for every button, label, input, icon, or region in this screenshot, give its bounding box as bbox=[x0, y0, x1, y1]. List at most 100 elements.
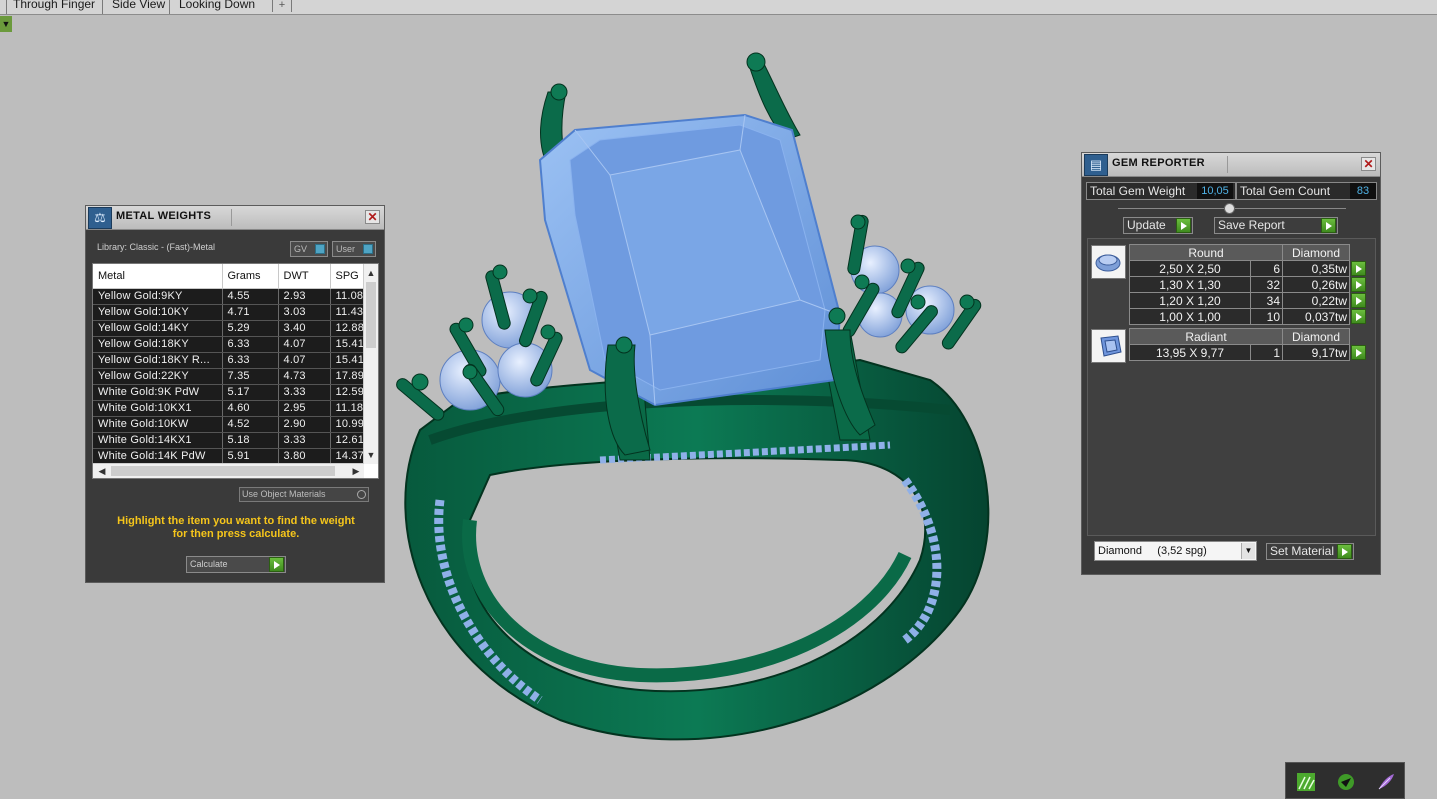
tab-through-finger[interactable]: Through Finger bbox=[13, 0, 95, 12]
select-gems-play-icon[interactable] bbox=[1351, 260, 1366, 276]
metal-table[interactable]: Metal Grams DWT SPG Yellow Gold:9KY 4.55 2… bbox=[92, 263, 379, 479]
gv-toggle[interactable]: GV bbox=[290, 241, 328, 257]
user-toggle[interactable]: User bbox=[332, 241, 376, 257]
column-header[interactable]: Metal bbox=[93, 264, 223, 289]
scroll-thumb[interactable] bbox=[366, 282, 376, 348]
table-row[interactable]: White Gold:10KW 4.52 2.90 10.99 bbox=[93, 416, 364, 433]
scroll-left-icon[interactable]: ◀ bbox=[95, 464, 109, 478]
tab-looking-down[interactable]: Looking Down bbox=[179, 0, 255, 12]
table-cell: Yellow Gold:18KY bbox=[93, 336, 223, 353]
table-row[interactable]: Yellow Gold:14KY 5.29 3.40 12.88 bbox=[93, 320, 364, 337]
table-cell: 15.41 bbox=[330, 352, 364, 369]
table-cell: Yellow Gold:9KY bbox=[93, 288, 223, 305]
gem-row[interactable]: 1,20 X 1,20 34 0,22tw bbox=[1129, 292, 1368, 309]
table-cell: Yellow Gold:22KY bbox=[93, 368, 223, 385]
use-object-materials-option[interactable]: Use Object Materials bbox=[239, 487, 369, 502]
table-row[interactable]: Yellow Gold:22KY 7.35 4.73 17.89 bbox=[93, 368, 364, 385]
table-cell: 3.40 bbox=[278, 320, 331, 337]
close-icon[interactable]: ✕ bbox=[1361, 157, 1376, 171]
radiant-gem-icon bbox=[1091, 329, 1126, 363]
play-icon[interactable] bbox=[1321, 218, 1336, 233]
set-material-button[interactable]: Set Material bbox=[1266, 543, 1354, 560]
table-cell: 12.59 bbox=[330, 384, 364, 401]
save-report-button[interactable]: Save Report bbox=[1214, 217, 1338, 234]
gem-weight: 0,22tw bbox=[1282, 292, 1350, 309]
table-cell: Yellow Gold:14KY bbox=[93, 320, 223, 337]
gem-row[interactable]: 1,30 X 1,30 32 0,26tw bbox=[1129, 276, 1368, 293]
title-grip bbox=[1227, 156, 1356, 173]
table-cell: 4.55 bbox=[222, 288, 279, 305]
close-icon[interactable]: ✕ bbox=[365, 210, 380, 224]
table-cell: 11.43 bbox=[330, 304, 364, 321]
table-cell: 2.93 bbox=[278, 288, 331, 305]
gem-material-label: Diamond bbox=[1282, 328, 1350, 345]
gem-weight: 0,35tw bbox=[1282, 260, 1350, 277]
gem-reporter-titlebar[interactable]: ▤ GEM REPORTER ✕ bbox=[1082, 153, 1380, 177]
table-cell: White Gold:9K PdW bbox=[93, 384, 223, 401]
gem-weight: 9,17tw bbox=[1282, 344, 1350, 361]
feather-tool-icon[interactable] bbox=[1376, 772, 1396, 792]
table-cell: 5.91 bbox=[222, 448, 279, 465]
gem-count: 34 bbox=[1250, 292, 1283, 309]
scroll-right-icon[interactable]: ▶ bbox=[349, 464, 363, 478]
metal-weights-titlebar[interactable]: ⚖ METAL WEIGHTS ✕ bbox=[86, 206, 384, 230]
panel-title: GEM REPORTER bbox=[1112, 157, 1205, 169]
network-tool-icon[interactable] bbox=[1336, 772, 1356, 792]
scroll-down-icon[interactable]: ▼ bbox=[364, 448, 378, 462]
gem-row[interactable]: 2,50 X 2,50 6 0,35tw bbox=[1129, 260, 1368, 277]
gem-row[interactable]: 1,00 X 1,00 10 0,037tw bbox=[1129, 308, 1368, 325]
horizontal-scrollbar[interactable]: ◀ ▶ bbox=[93, 463, 364, 478]
column-header[interactable]: SPG bbox=[330, 264, 364, 289]
select-gems-play-icon[interactable] bbox=[1351, 292, 1366, 308]
play-icon[interactable] bbox=[269, 557, 284, 572]
vertical-scrollbar[interactable]: ▲ ▼ bbox=[363, 264, 378, 464]
scroll-up-icon[interactable]: ▲ bbox=[364, 266, 378, 280]
divider-slider-handle[interactable] bbox=[1224, 203, 1235, 214]
report-icon: ▤ bbox=[1084, 154, 1108, 176]
column-header[interactable]: Grams bbox=[222, 264, 279, 289]
texture-tool-icon[interactable] bbox=[1296, 772, 1316, 792]
play-icon[interactable] bbox=[1176, 218, 1191, 233]
table-cell: Yellow Gold:18KY R... bbox=[93, 352, 223, 369]
table-cell: 11.18 bbox=[330, 400, 364, 417]
table-row[interactable]: White Gold:9K PdW 5.17 3.33 12.59 bbox=[93, 384, 364, 401]
column-header[interactable]: DWT bbox=[278, 264, 331, 289]
chevron-down-icon[interactable]: ▼ bbox=[1241, 543, 1255, 559]
scroll-thumb[interactable] bbox=[111, 466, 335, 476]
view-tabs-bar: Through Finger Side View Looking Down + bbox=[0, 0, 1437, 15]
play-icon[interactable] bbox=[1337, 544, 1352, 559]
material-select[interactable]: Diamond (3,52 spg) ▼ bbox=[1094, 541, 1257, 561]
gem-row[interactable]: 13,95 X 9,77 1 9,17tw bbox=[1129, 344, 1368, 361]
table-cell: 12.88 bbox=[330, 320, 364, 337]
total-gem-count-value: 83 bbox=[1350, 183, 1376, 199]
update-button[interactable]: Update bbox=[1123, 217, 1193, 234]
table-row[interactable]: White Gold:14K PdW 5.91 3.80 14.37 bbox=[93, 448, 364, 465]
gem-material-label: Diamond bbox=[1282, 244, 1350, 261]
gem-size: 1,30 X 1,30 bbox=[1129, 276, 1251, 293]
tab-separator bbox=[6, 0, 7, 14]
gem-reporter-panel: ▤ GEM REPORTER ✕ Total Gem Weight 10,05 … bbox=[1081, 152, 1381, 575]
table-cell: 15.41 bbox=[330, 336, 364, 353]
radio-icon[interactable] bbox=[357, 490, 366, 499]
tab-side-view[interactable]: Side View bbox=[112, 0, 165, 12]
select-gems-play-icon[interactable] bbox=[1351, 344, 1366, 360]
table-row[interactable]: Yellow Gold:10KY 4.71 3.03 11.43 bbox=[93, 304, 364, 321]
gem-size: 2,50 X 2,50 bbox=[1129, 260, 1251, 277]
table-row[interactable]: Yellow Gold:9KY 4.55 2.93 11.08 bbox=[93, 288, 364, 305]
add-tab-button[interactable]: + bbox=[272, 0, 292, 12]
tab-separator bbox=[102, 0, 103, 14]
table-row[interactable]: Yellow Gold:18KY 6.33 4.07 15.41 bbox=[93, 336, 364, 353]
table-row[interactable]: White Gold:10KX1 4.60 2.95 11.18 bbox=[93, 400, 364, 417]
select-gems-play-icon[interactable] bbox=[1351, 308, 1366, 324]
table-row[interactable]: Yellow Gold:18KY R... 6.33 4.07 15.41 bbox=[93, 352, 364, 369]
scale-icon: ⚖ bbox=[88, 207, 112, 229]
table-cell: 14.37 bbox=[330, 448, 364, 465]
library-label: Library: Classic - (Fast)-Metal bbox=[97, 242, 216, 252]
table-cell: Yellow Gold:10KY bbox=[93, 304, 223, 321]
user-toggle-box bbox=[363, 244, 373, 254]
table-cell: 3.80 bbox=[278, 448, 331, 465]
calculate-button[interactable]: Calculate bbox=[186, 556, 286, 573]
table-row[interactable]: White Gold:14KX1 5.18 3.33 12.61 bbox=[93, 432, 364, 449]
select-gems-play-icon[interactable] bbox=[1351, 276, 1366, 292]
table-cell: 5.18 bbox=[222, 432, 279, 449]
